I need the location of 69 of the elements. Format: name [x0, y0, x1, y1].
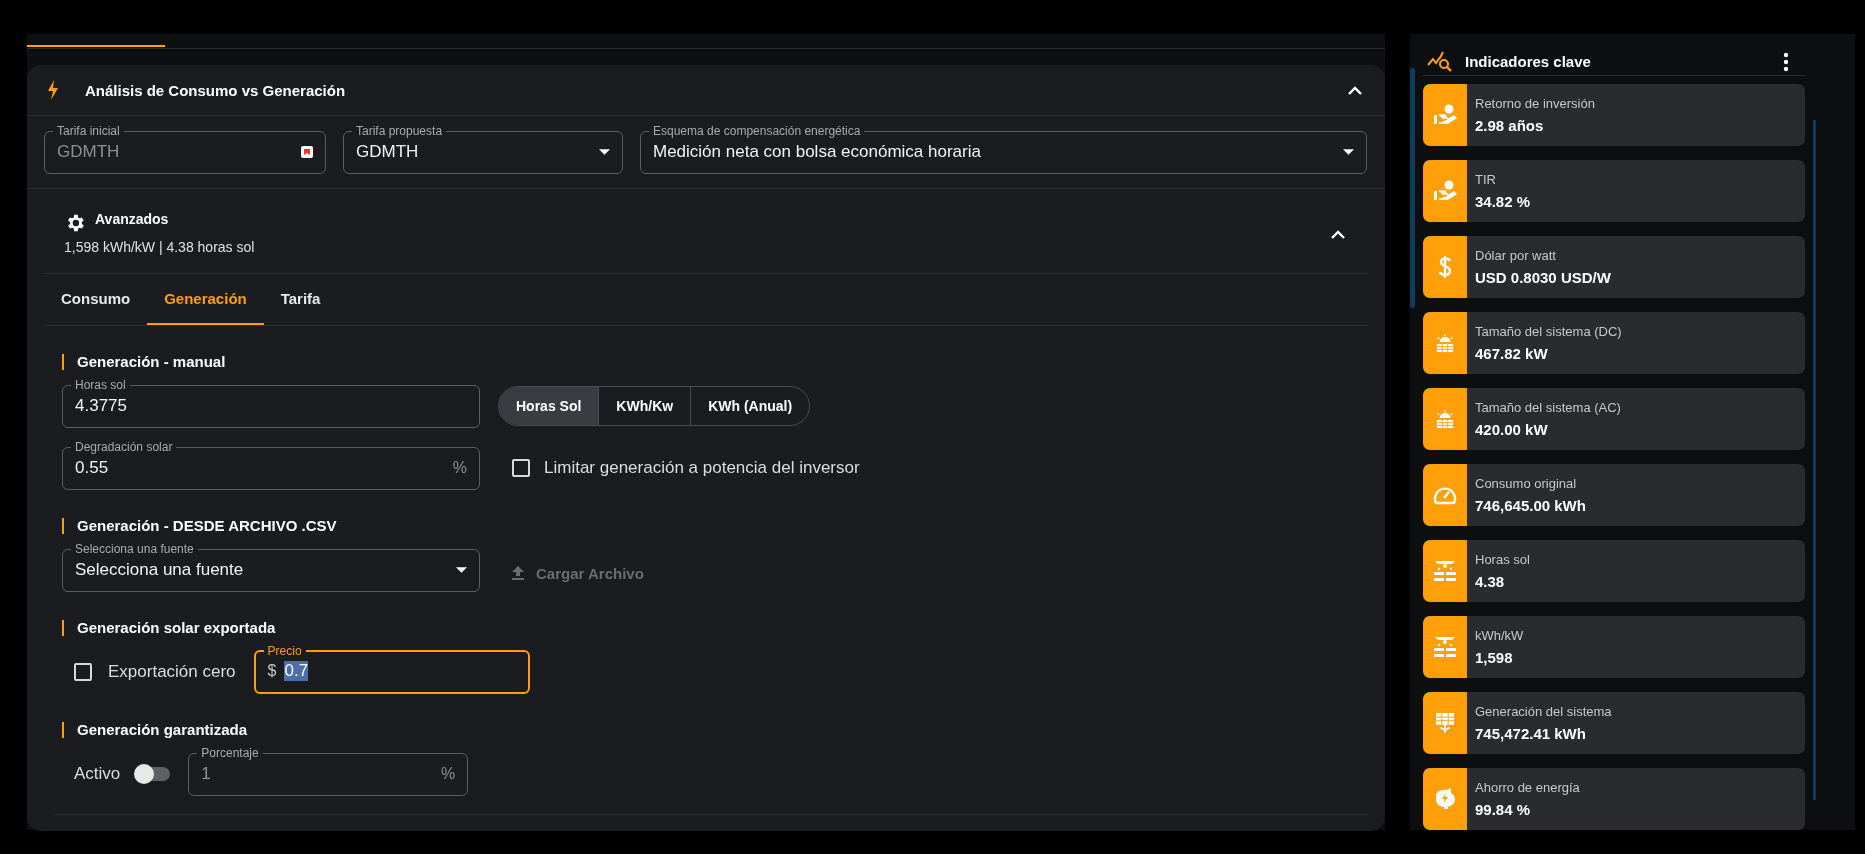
- kpi-label: Tamaño del sistema (DC): [1475, 324, 1622, 339]
- kpi-value: 420.00 kW: [1475, 421, 1549, 438]
- input-field[interactable]: Tarifa inicial GDMTH: [44, 124, 326, 174]
- sun-panel-icon: [1433, 635, 1457, 659]
- advanced-title: Avanzados: [95, 211, 170, 227]
- section-heading: Generación solar exportada: [62, 620, 1385, 636]
- price-field[interactable]: Precio $ 0.7: [253, 644, 530, 694]
- select-field[interactable]: Tarifa propuesta GDMTH: [343, 124, 623, 174]
- kpi-label: Generación del sistema: [1475, 704, 1612, 719]
- select-field[interactable]: Esquema de compensación energética Medición neta con bolsa económica horaria: [640, 124, 1367, 174]
- tab[interactable]: Generación: [147, 274, 264, 325]
- section-heading: Generación - DESDE ARCHIVO .CSV: [62, 518, 1385, 534]
- kpi-value: 99.84 %: [1475, 801, 1532, 818]
- sun-panel-icon: [1433, 559, 1457, 583]
- toggle-label: Activo: [74, 764, 121, 784]
- kpi-label: Tamaño del sistema (AC): [1475, 400, 1621, 415]
- kpi-label: TIR: [1475, 172, 1497, 187]
- checkbox-label: Limitar generación a potencia del inversor: [544, 458, 860, 478]
- checkbox[interactable]: [74, 663, 92, 681]
- tab[interactable]: Consumo: [44, 274, 148, 325]
- checkbox[interactable]: [512, 459, 530, 477]
- panel-title: Indicadores clave: [1465, 53, 1592, 70]
- select-field[interactable]: Selecciona una fuente Selecciona una fuente: [62, 542, 480, 592]
- hand-coin-icon: [1433, 104, 1457, 126]
- solar-panel-icon: [1435, 712, 1455, 734]
- kpi-value: 1,598: [1475, 649, 1514, 666]
- input-field[interactable]: Horas sol 4.3775: [62, 378, 480, 428]
- tab[interactable]: Tarifa: [263, 274, 338, 325]
- gauge-icon: [1433, 485, 1457, 505]
- kpi-label: Ahorro de energía: [1475, 780, 1580, 795]
- dropdown-caret-icon: [599, 148, 610, 155]
- collapse-chevron-icon[interactable]: [1347, 85, 1363, 95]
- bookmark-icon: [301, 145, 313, 158]
- checkbox-label: Exportación cero: [108, 662, 236, 682]
- kpi-value: USD 0.8030 USD/W: [1475, 269, 1611, 286]
- scrollbar[interactable]: [1410, 68, 1415, 308]
- piggy-bank-bolt-icon: [1433, 788, 1457, 810]
- unit-toggle-button[interactable]: KWh (Anual): [690, 387, 810, 425]
- kpi-value: 2.98 años: [1475, 117, 1545, 134]
- chart-search-icon: [1427, 50, 1453, 73]
- more-options-icon[interactable]: [1783, 51, 1789, 72]
- kpi-label: Horas sol: [1475, 552, 1530, 567]
- section-heading: Generación - manual: [62, 354, 1385, 370]
- dropdown-caret-icon: [1343, 148, 1354, 155]
- kpi-label: Retorno de inversión: [1475, 96, 1595, 111]
- kpi-label: Dólar por watt: [1475, 248, 1557, 263]
- kpi-value: 745,472.41 kWh: [1475, 725, 1587, 742]
- unit-toggle-button[interactable]: KWh/Kw: [598, 387, 691, 425]
- kpi-label: Consumo original: [1475, 476, 1578, 491]
- dollar-icon: [1438, 255, 1452, 279]
- collapse-chevron-icon[interactable]: [1330, 229, 1346, 239]
- kpi-value: 34.82 %: [1475, 193, 1531, 210]
- unit-toggle-button[interactable]: Horas Sol: [499, 387, 599, 425]
- advanced-summary: 1,598 kWh/kW | 4.38 horas sol: [64, 239, 256, 255]
- kpi-value: 4.38: [1475, 573, 1506, 590]
- section-heading: Generación garantizada: [62, 722, 1385, 738]
- toggle-switch[interactable]: [136, 767, 171, 781]
- kpi-label: kWh/kW: [1475, 628, 1524, 643]
- kpi-value: 467.82 kW: [1475, 345, 1549, 362]
- lightning-icon: [47, 80, 59, 100]
- kpi-value: 746,645.00 kWh: [1475, 497, 1586, 514]
- section-title: Análisis de Consumo vs Generación: [85, 81, 347, 99]
- scrollbar[interactable]: [1813, 120, 1816, 800]
- upload-icon: [512, 566, 524, 580]
- solar-panel-icon: [1435, 333, 1455, 353]
- input-field[interactable]: Degradación solar 0.55 %: [62, 440, 480, 490]
- hand-coin-icon: [1433, 180, 1457, 202]
- solar-panel-icon: [1435, 409, 1455, 429]
- dropdown-caret-icon: [456, 566, 467, 573]
